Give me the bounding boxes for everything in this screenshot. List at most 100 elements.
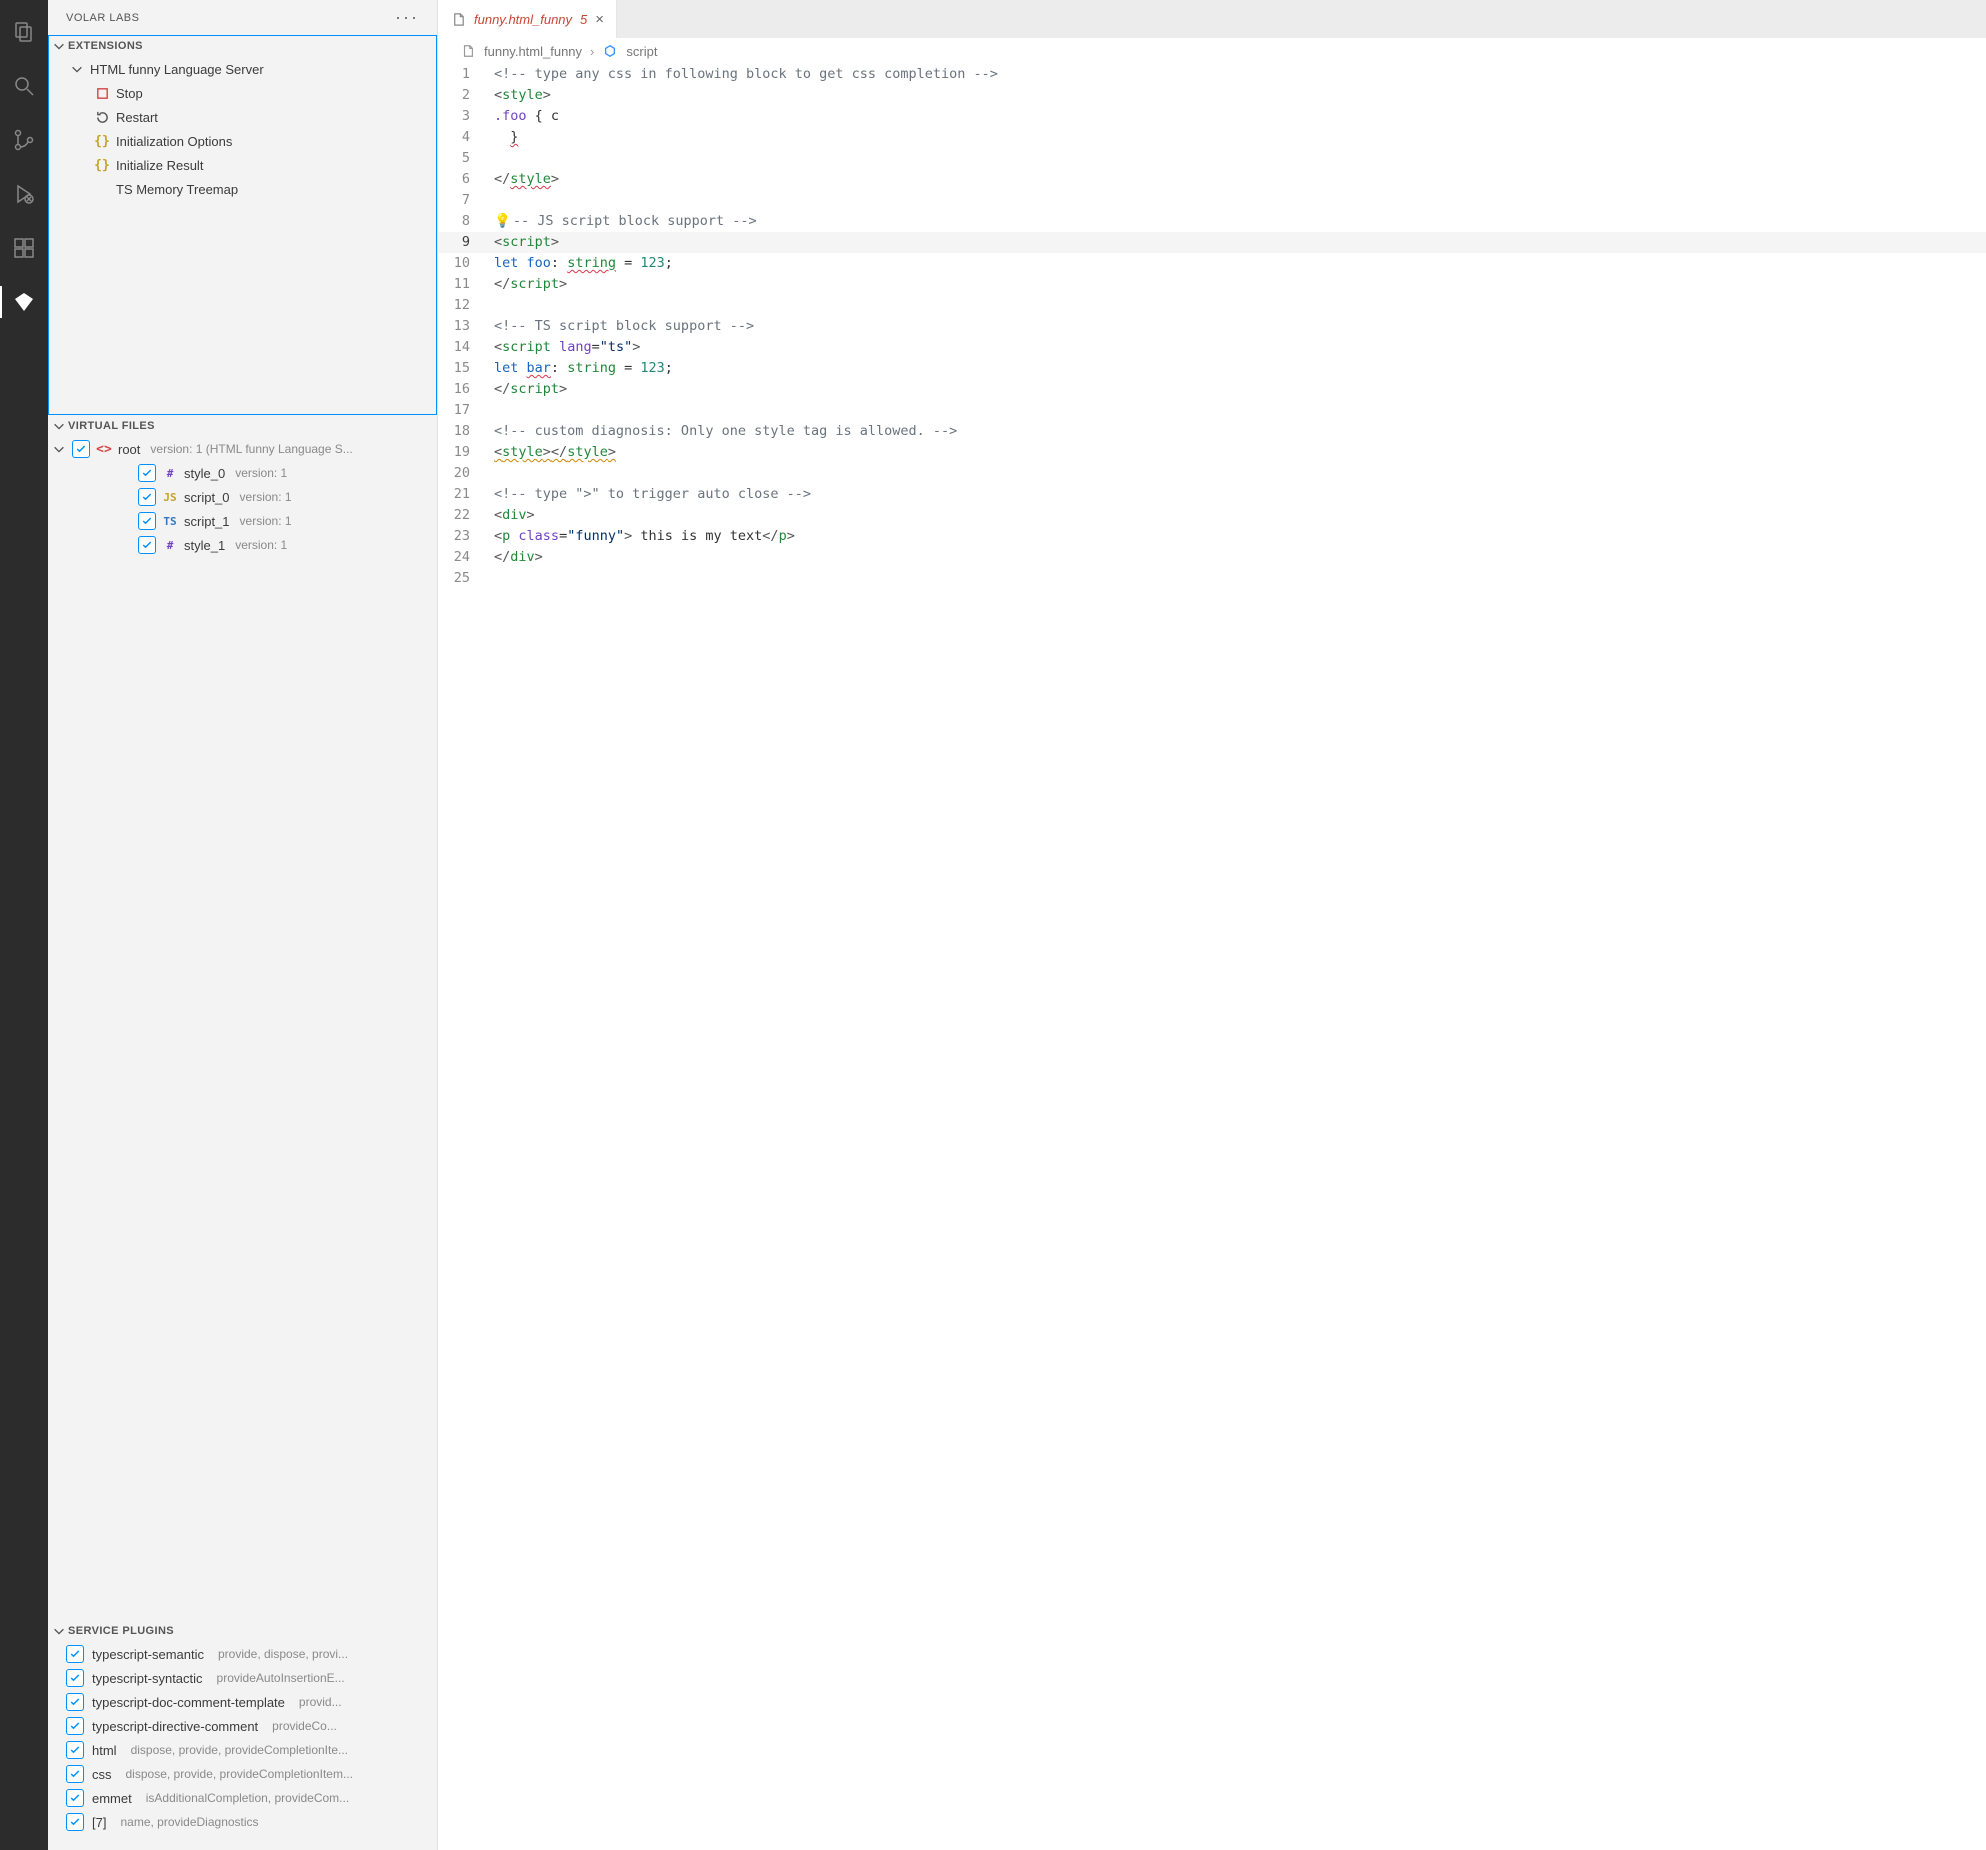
tab-funny[interactable]: funny.html_funny 5 ×	[438, 0, 617, 38]
tab-problems-badge: 5	[580, 12, 587, 27]
file-badge-icon: JS	[162, 489, 178, 505]
activity-volar-labs[interactable]	[0, 278, 48, 326]
code-content	[490, 568, 1986, 589]
virtual-files-label: VIRTUAL FILES	[68, 420, 155, 432]
code-line[interactable]: 3.foo { c	[438, 106, 1986, 127]
chevron-down-icon	[52, 1624, 66, 1638]
line-number: 17	[438, 400, 490, 421]
chevron-down-icon	[52, 39, 66, 53]
ext-ts-memory[interactable]: TS Memory Treemap	[48, 177, 437, 201]
code-line[interactable]: 16</script>	[438, 379, 1986, 400]
line-number: 18	[438, 421, 490, 442]
braces-icon: {}	[94, 133, 110, 149]
checkbox-icon[interactable]	[138, 488, 156, 506]
checkbox-icon[interactable]	[66, 1789, 84, 1807]
plugin-item[interactable]: emmetisAdditionalCompletion, provideCom.…	[48, 1786, 437, 1810]
vfile-root[interactable]: <> root version: 1 (HTML funny Language …	[48, 437, 437, 461]
checkbox-icon[interactable]	[66, 1765, 84, 1783]
code-line[interactable]: 6</style>	[438, 169, 1986, 190]
section-header-virtual-files[interactable]: VIRTUAL FILES	[48, 415, 437, 437]
code-line[interactable]: 5	[438, 148, 1986, 169]
activity-run-debug[interactable]	[0, 170, 48, 218]
lightbulb-icon[interactable]: 💡	[494, 211, 511, 232]
plugin-item[interactable]: typescript-doc-comment-templateprovid...	[48, 1690, 437, 1714]
ext-stop[interactable]: Stop	[48, 81, 437, 105]
extensions-label: EXTENSIONS	[68, 40, 143, 52]
code-line[interactable]: 25	[438, 568, 1986, 589]
plugin-name: typescript-semantic	[92, 1647, 204, 1662]
code-line[interactable]: 7	[438, 190, 1986, 211]
activity-source-control[interactable]	[0, 116, 48, 164]
code-line[interactable]: 1<!-- type any css in following block to…	[438, 64, 1986, 85]
line-number: 24	[438, 547, 490, 568]
code-line[interactable]: 2<style>	[438, 85, 1986, 106]
checkbox-icon[interactable]	[72, 440, 90, 458]
checkbox-icon[interactable]	[66, 1693, 84, 1711]
code-content	[490, 148, 1986, 169]
breadcrumbs[interactable]: funny.html_funny › script	[438, 38, 1986, 64]
ext-restart[interactable]: Restart	[48, 105, 437, 129]
checkbox-icon[interactable]	[66, 1813, 84, 1831]
line-number: 25	[438, 568, 490, 589]
vfile-item[interactable]: TSscript_1version: 1	[48, 509, 437, 533]
code-line[interactable]: 4 }	[438, 127, 1986, 148]
code-editor[interactable]: 1<!-- type any css in following block to…	[438, 64, 1986, 1850]
activity-extensions[interactable]	[0, 224, 48, 272]
code-line[interactable]: 10let foo: string = 123;	[438, 253, 1986, 274]
chevron-down-icon	[70, 62, 84, 76]
panel-virtual-files: VIRTUAL FILES <> root version: 1 (HTML f…	[48, 415, 437, 1620]
checkbox-icon[interactable]	[66, 1669, 84, 1687]
vfile-item[interactable]: #style_0version: 1	[48, 461, 437, 485]
plugin-item[interactable]: typescript-semanticprovide, dispose, pro…	[48, 1642, 437, 1666]
ext-init-result[interactable]: {} Initialize Result	[48, 153, 437, 177]
code-line[interactable]: 12	[438, 295, 1986, 316]
plugin-item[interactable]: typescript-syntacticprovideAutoInsertion…	[48, 1666, 437, 1690]
activity-explorer[interactable]	[0, 8, 48, 56]
line-number: 5	[438, 148, 490, 169]
code-line[interactable]: 8💡-- JS script block support -->	[438, 211, 1986, 232]
code-line[interactable]: 17	[438, 400, 1986, 421]
checkbox-icon[interactable]	[138, 512, 156, 530]
code-line[interactable]: 11</script>	[438, 274, 1986, 295]
code-line[interactable]: 19<style></style>	[438, 442, 1986, 463]
vfile-name: style_0	[184, 466, 225, 481]
code-line[interactable]: 15let bar: string = 123;	[438, 358, 1986, 379]
ext-init-options[interactable]: {} Initialization Options	[48, 129, 437, 153]
checkbox-icon[interactable]	[66, 1717, 84, 1735]
chevron-right-icon: ›	[590, 44, 594, 59]
tab-close-icon[interactable]: ×	[595, 11, 604, 28]
plugin-detail: provid...	[299, 1695, 342, 1709]
sidebar: VOLAR LABS ··· EXTENSIONS HTML funny Lan…	[48, 0, 438, 1850]
code-line[interactable]: 18<!-- custom diagnosis: Only one style …	[438, 421, 1986, 442]
code-line[interactable]: 13<!-- TS script block support -->	[438, 316, 1986, 337]
code-line[interactable]: 24</div>	[438, 547, 1986, 568]
code-line[interactable]: 14<script lang="ts">	[438, 337, 1986, 358]
checkbox-icon[interactable]	[138, 464, 156, 482]
plugin-item[interactable]: htmldispose, provide, provideCompletionI…	[48, 1738, 437, 1762]
line-number: 22	[438, 505, 490, 526]
code-line[interactable]: 21<!-- type ">" to trigger auto close --…	[438, 484, 1986, 505]
panel-extensions: EXTENSIONS HTML funny Language Server St…	[48, 35, 437, 415]
ext-ts-memory-label: TS Memory Treemap	[116, 182, 238, 197]
ext-restart-label: Restart	[116, 110, 158, 125]
checkbox-icon[interactable]	[66, 1645, 84, 1663]
code-line[interactable]: 23<p class="funny"> this is my text</p>	[438, 526, 1986, 547]
plugin-item[interactable]: [7]name, provideDiagnostics	[48, 1810, 437, 1834]
vfile-item[interactable]: #style_1version: 1	[48, 533, 437, 557]
activity-search[interactable]	[0, 62, 48, 110]
vfile-item[interactable]: JSscript_0version: 1	[48, 485, 437, 509]
ext-group[interactable]: HTML funny Language Server	[48, 57, 437, 81]
section-header-extensions[interactable]: EXTENSIONS	[48, 35, 437, 57]
code-line[interactable]: 9<script>	[438, 232, 1986, 253]
plugin-item[interactable]: typescript-directive-commentprovideCo...	[48, 1714, 437, 1738]
checkbox-icon[interactable]	[138, 536, 156, 554]
code-content: .foo { c	[490, 106, 1986, 127]
plugin-item[interactable]: cssdispose, provide, provideCompletionIt…	[48, 1762, 437, 1786]
ext-init-result-label: Initialize Result	[116, 158, 203, 173]
code-line[interactable]: 20	[438, 463, 1986, 484]
checkbox-icon[interactable]	[66, 1741, 84, 1759]
code-line[interactable]: 22<div>	[438, 505, 1986, 526]
activity-bar	[0, 0, 48, 1850]
sidebar-more-icon[interactable]: ···	[395, 7, 419, 28]
section-header-service-plugins[interactable]: SERVICE PLUGINS	[48, 1620, 437, 1642]
